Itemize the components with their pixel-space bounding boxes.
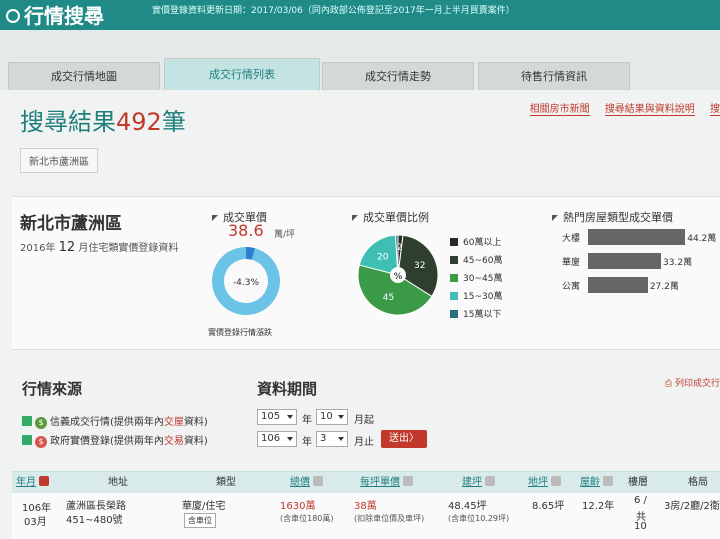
legend-swatch — [450, 292, 458, 300]
legend-label: 30~45萬 — [463, 274, 503, 284]
ratio-title: 成交單價比例 — [352, 209, 429, 225]
sort-icon — [313, 476, 323, 486]
price-change-donut: -4.3% — [212, 247, 280, 315]
link-news[interactable]: 相關房市新聞 — [529, 104, 590, 116]
legend-label: 15~30萬 — [463, 292, 503, 302]
area-name: 新北市蘆洲區 — [20, 214, 122, 234]
bar — [588, 277, 648, 293]
update-note: 實價登錄資料更新日期：2017/03/06（同內政部公佈登記至2017年一月上半… — [152, 6, 515, 16]
area-period: 2016年 12 月住宅類實價登錄資料 — [20, 240, 179, 255]
parking-tag: 含車位 — [184, 513, 216, 528]
link-explain[interactable]: 搜尋結果與資料說明 — [604, 104, 695, 116]
gov-checkbox[interactable] — [22, 435, 32, 445]
legend-label: 15萬以下 — [463, 310, 502, 320]
filter-chip[interactable]: 新北市蘆洲區 — [20, 148, 98, 173]
sinyi-checkbox[interactable] — [22, 416, 32, 426]
bar — [588, 229, 686, 245]
legend-item: 45~60萬 — [450, 255, 502, 273]
legend-item: 60萬以上 — [450, 237, 502, 255]
col-unit-price[interactable]: 每坪單價 — [360, 472, 413, 494]
price-change-caption: 實價登錄行情漲跌 — [208, 328, 272, 337]
sort-icon — [39, 476, 49, 486]
price-unit: 萬/坪 — [274, 230, 296, 240]
col-type: 類型 — [216, 477, 236, 488]
legend-item: 30~45萬 — [450, 273, 502, 291]
bar-category-label: 大樓 — [562, 234, 581, 244]
bar-category-label: 華廈 — [562, 258, 581, 268]
pie-value-label: 45 — [383, 293, 394, 303]
sort-icon — [485, 476, 495, 486]
table-row[interactable]: 106年 03月 蘆洲區長榮路 451~480號 華廈/住宅 含車位 1630萬… — [12, 493, 720, 539]
stats-panel: 新北市蘆洲區 2016年 12 月住宅類實價登錄資料 成交單價 38.6 萬/坪… — [12, 196, 720, 350]
tab-map[interactable]: 成交行情地圖 — [8, 62, 160, 90]
tab-for-sale[interactable]: 待售行情資訊 — [478, 62, 630, 90]
col-building-area[interactable]: 建坪 — [462, 472, 495, 494]
chevron-down-icon — [338, 437, 344, 441]
link-more[interactable]: 搜 — [710, 104, 720, 116]
col-address: 地址 — [108, 477, 128, 488]
result-count: 492 — [116, 108, 162, 136]
chevron-down-icon — [338, 415, 344, 419]
col-yearmonth[interactable]: 年月 — [16, 472, 49, 494]
donut-center-label: -4.3% — [233, 278, 260, 288]
search-icon — [6, 9, 20, 23]
printer-icon: ⎙ — [664, 379, 675, 389]
sinyi-dollar-icon: $ — [35, 417, 47, 429]
bar-category-label: 公寓 — [562, 282, 581, 292]
pie-center-label: % — [394, 272, 403, 282]
sort-icon — [403, 476, 413, 486]
tab-list[interactable]: 成交行情列表 — [164, 58, 320, 90]
bar-value-label: 33.2萬 — [663, 258, 693, 268]
source-title: 行情來源 — [22, 380, 83, 398]
bar-value-label: 44.2萬 — [687, 234, 717, 244]
bar — [588, 253, 662, 269]
tab-trend[interactable]: 成交行情走勢 — [322, 62, 474, 90]
legend-label: 45~60萬 — [463, 256, 503, 266]
sort-icon — [603, 476, 613, 486]
types-title: 熱門房屋類型成交單價 — [552, 209, 673, 225]
bar-value-label: 27.2萬 — [649, 282, 679, 292]
pie-value-label: 32 — [414, 261, 425, 271]
table-header: 年月 地址 類型 總價 每坪單價 建坪 地坪 屋齡 樓層 格局 — [12, 471, 720, 493]
tab-bar: 成交行情地圖 成交行情列表 成交行情走勢 待售行情資訊 — [0, 56, 720, 90]
pie-value-label: 20 — [377, 253, 389, 263]
legend-item: 15萬以下 — [450, 309, 502, 327]
from-month-select[interactable]: 10 — [316, 409, 348, 425]
legend-item: 15~30萬 — [450, 291, 502, 309]
submit-button[interactable]: 送出〉 — [381, 430, 427, 448]
result-title: 搜尋結果492筆 — [20, 108, 186, 136]
to-year-select[interactable]: 106 — [257, 431, 297, 447]
gov-dollar-icon: $ — [35, 436, 47, 448]
col-layout: 格局 — [688, 477, 708, 488]
legend-swatch — [450, 238, 458, 246]
site-header: 行情搜尋 實價登錄資料更新日期：2017/03/06（同內政部公佈登記至2017… — [0, 0, 720, 30]
print-link[interactable]: ⎙ 列印成交行 — [665, 376, 720, 389]
from-year-select[interactable]: 105 — [257, 409, 297, 425]
ratio-legend: 60萬以上 45~60萬 30~45萬 15~30萬 15萬以下 — [450, 237, 502, 327]
to-month-select[interactable]: 3 — [316, 431, 348, 447]
col-floor: 樓層 — [628, 477, 648, 488]
site-logo[interactable]: 行情搜尋 — [6, 0, 104, 29]
col-total-price[interactable]: 總價 — [290, 472, 323, 494]
top-links: 相關房市新聞 搜尋結果與資料說明 搜 — [518, 100, 720, 116]
period-title: 資料期間 — [257, 380, 318, 398]
col-land-area[interactable]: 地坪 — [528, 472, 561, 494]
legend-swatch — [450, 310, 458, 318]
price-value: 38.6 — [228, 221, 264, 240]
ratio-pie-chart: 2324520% — [357, 234, 439, 316]
sort-icon — [551, 476, 561, 486]
legend-swatch — [450, 274, 458, 282]
chevron-down-icon — [287, 437, 293, 441]
col-age[interactable]: 屋齡 — [580, 472, 613, 494]
source-government[interactable]: $ 政府實價登錄(提供兩年內交易資料) — [22, 432, 208, 448]
source-sinyi[interactable]: $ 信義成交行情(提供兩年內交屋資料) — [22, 413, 208, 429]
chevron-down-icon — [287, 415, 293, 419]
main-panel: 搜尋結果492筆 相關房市新聞 搜尋結果與資料說明 搜 新北市蘆洲區 新北市蘆洲… — [0, 90, 720, 539]
legend-label: 60萬以上 — [463, 238, 502, 248]
legend-swatch — [450, 256, 458, 264]
